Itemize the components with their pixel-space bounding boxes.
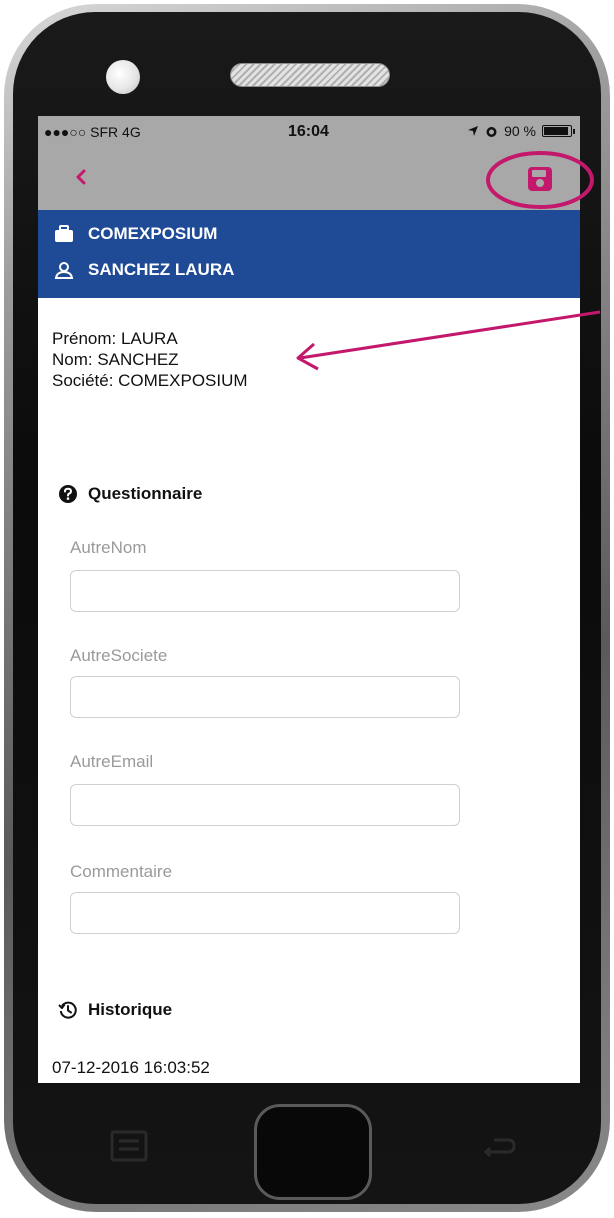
field-label-autre-societe: AutreSociete	[70, 646, 168, 665]
history-header: Historique	[58, 1000, 172, 1020]
status-bar: ●●●○○ SFR 4G 16:04 90 %	[38, 116, 580, 148]
history-entry: 07-12-2016 16:03:52	[52, 1058, 210, 1077]
back-button[interactable]	[66, 162, 96, 192]
home-button[interactable]	[254, 1104, 372, 1200]
earpiece-speaker	[230, 63, 390, 87]
save-button[interactable]	[523, 162, 557, 196]
field-label-autre-email: AutreEmail	[70, 752, 154, 771]
chevron-left-icon	[76, 169, 86, 185]
autre-email-input[interactable]	[70, 784, 460, 826]
contact-banner: COMEXPOSIUM SANCHEZ LAURA	[38, 210, 580, 298]
history-icon	[58, 1001, 77, 1019]
autre-societe-input[interactable]	[70, 676, 460, 718]
carrier-signal: ●●●○○ SFR 4G	[44, 124, 141, 140]
save-icon	[528, 167, 552, 191]
alarm-icon	[486, 126, 497, 137]
user-icon	[54, 262, 74, 279]
company-text: Société: COMEXPOSIUM	[52, 371, 248, 390]
banner-company-row: COMEXPOSIUM	[54, 224, 217, 244]
front-camera	[106, 60, 140, 94]
location-arrow-icon	[468, 126, 479, 136]
question-circle-icon	[59, 485, 77, 503]
banner-contact: SANCHEZ LAURA	[88, 260, 235, 279]
battery-icon	[542, 125, 575, 137]
last-name-text: Nom: SANCHEZ	[52, 350, 179, 369]
status-right: 90 %	[467, 123, 575, 139]
menu-key-icon[interactable]	[108, 1128, 150, 1164]
questionnaire-header: Questionnaire	[58, 484, 202, 504]
field-label-autre-nom: AutreNom	[70, 538, 147, 557]
questionnaire-title: Questionnaire	[88, 484, 203, 503]
field-label-commentaire: Commentaire	[70, 862, 173, 881]
banner-contact-row: SANCHEZ LAURA	[54, 260, 234, 280]
nav-bar	[38, 148, 580, 210]
status-time: 16:04	[288, 123, 329, 140]
first-name-text: Prénom: LAURA	[52, 329, 178, 348]
app-screen: ●●●○○ SFR 4G 16:04 90 % COMEXPOSIUM SANC…	[38, 116, 580, 1083]
banner-company: COMEXPOSIUM	[88, 224, 218, 243]
briefcase-icon	[55, 225, 73, 242]
contact-info: Prénom: LAURA Nom: SANCHEZ Société: COME…	[52, 328, 248, 391]
autre-nom-input[interactable]	[70, 570, 460, 612]
hardware-back-icon[interactable]	[478, 1132, 518, 1164]
history-title: Historique	[88, 1000, 173, 1019]
battery-percent: 90 %	[504, 123, 536, 139]
commentaire-input[interactable]	[70, 892, 460, 934]
